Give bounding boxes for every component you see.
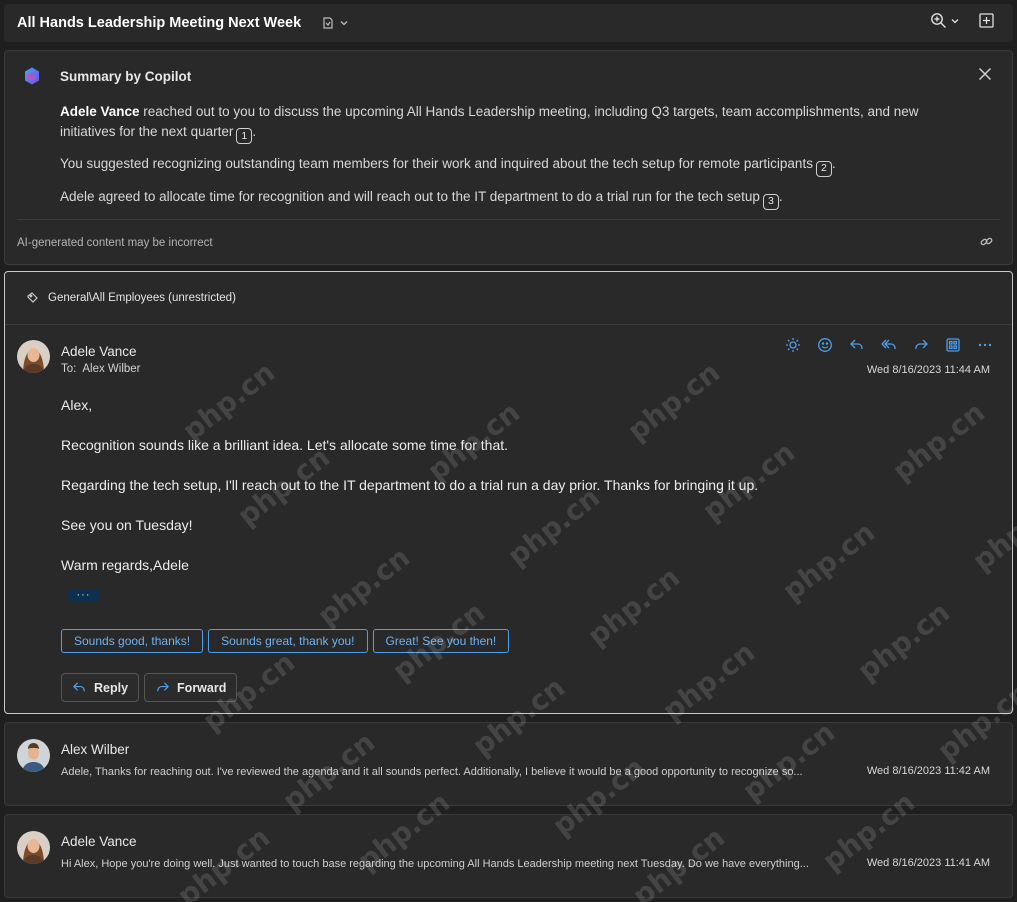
body-line: Regarding the tech setup, I'll reach out… bbox=[61, 477, 759, 493]
emoji-icon[interactable] bbox=[816, 336, 834, 354]
body-line: Recognition sounds like a brilliant idea… bbox=[61, 437, 509, 453]
body-line: See you on Tuesday! bbox=[61, 517, 193, 533]
reply-forward-buttons: Reply Forward bbox=[61, 673, 238, 702]
collapsed-message[interactable]: Alex Wilber Adele, Thanks for reaching o… bbox=[4, 722, 1013, 806]
avatar[interactable] bbox=[17, 739, 50, 772]
citation-1[interactable]: 1 bbox=[236, 128, 253, 145]
copy-link-icon[interactable] bbox=[979, 234, 994, 249]
summary-heading: Summary by Copilot bbox=[60, 69, 192, 84]
body-line: Warm regards,Adele bbox=[61, 557, 189, 573]
sensitivity-tag-icon bbox=[26, 291, 39, 304]
message-preview: Hi Alex, Hope you're doing well. Just wa… bbox=[61, 858, 809, 870]
citation-2[interactable]: 2 bbox=[815, 160, 832, 177]
reply-icon bbox=[72, 680, 87, 695]
sensitivity-label[interactable]: General\All Employees (unrestricted) bbox=[26, 291, 236, 304]
title-bar: All Hands Leadership Meeting Next Week bbox=[4, 4, 1013, 42]
show-quoted-text-button[interactable]: ··· bbox=[68, 589, 99, 601]
brightness-icon[interactable] bbox=[784, 336, 802, 354]
suggested-reply-button[interactable]: Great! See you then! bbox=[372, 629, 510, 653]
sensitivity-tag-menu[interactable] bbox=[321, 16, 349, 30]
message-date: Wed 8/16/2023 11:42 AM bbox=[866, 765, 990, 777]
zoom-in-icon bbox=[930, 12, 947, 29]
expanded-message: General\All Employees (unrestricted) Ade… bbox=[4, 271, 1013, 714]
reply-button[interactable]: Reply bbox=[61, 673, 140, 702]
chevron-down-icon bbox=[950, 16, 960, 26]
body-line: Alex, bbox=[61, 397, 93, 413]
message-date: Wed 8/16/2023 11:44 AM bbox=[866, 364, 990, 376]
citation-3[interactable]: 3 bbox=[762, 193, 779, 210]
divider bbox=[5, 324, 1012, 325]
recipient-line: To: Alex Wilber bbox=[61, 363, 141, 375]
open-in-new-window-icon[interactable] bbox=[978, 12, 995, 29]
divider bbox=[17, 219, 1000, 220]
conversation-title: All Hands Leadership Meeting Next Week bbox=[17, 15, 302, 31]
sender-name[interactable]: Adele Vance bbox=[61, 344, 137, 359]
reply-icon[interactable] bbox=[848, 336, 866, 354]
reply-all-icon[interactable] bbox=[880, 336, 898, 354]
suggested-replies: Sounds good, thanks! Sounds great, thank… bbox=[61, 629, 510, 653]
summary-text: You suggested recognizing outstanding te… bbox=[60, 156, 813, 171]
close-summary-button[interactable] bbox=[978, 67, 992, 81]
summary-text: reached out to you to discuss the upcomi… bbox=[60, 104, 919, 139]
avatar[interactable] bbox=[17, 831, 50, 864]
recipient-name[interactable]: Alex Wilber bbox=[82, 363, 140, 375]
message-date: Wed 8/16/2023 11:41 AM bbox=[866, 857, 990, 869]
copilot-summary-card: Summary by Copilot Adele Vance reached o… bbox=[4, 50, 1013, 265]
suggested-reply-button[interactable]: Sounds great, thank you! bbox=[208, 629, 368, 653]
forward-icon bbox=[155, 680, 170, 695]
suggested-reply-button[interactable]: Sounds good, thanks! bbox=[61, 629, 204, 653]
apps-icon[interactable] bbox=[944, 336, 962, 354]
summary-paragraph-3: Adele agreed to allocate time for recogn… bbox=[60, 187, 960, 210]
summary-paragraph-1: Adele Vance reached out to you to discus… bbox=[60, 102, 960, 145]
ai-disclaimer: AI-generated content may be incorrect bbox=[17, 237, 213, 249]
message-preview: Adele, Thanks for reaching out. I've rev… bbox=[61, 766, 803, 778]
sender-name: Adele Vance bbox=[61, 834, 137, 849]
copilot-logo-icon bbox=[22, 66, 42, 86]
summary-paragraph-2: You suggested recognizing outstanding te… bbox=[60, 154, 960, 177]
zoom-button[interactable] bbox=[930, 12, 960, 29]
avatar[interactable] bbox=[17, 340, 50, 373]
chevron-down-icon bbox=[339, 18, 349, 28]
sensitivity-tag-icon bbox=[321, 16, 335, 30]
forward-icon[interactable] bbox=[912, 336, 930, 354]
summary-person-name: Adele Vance bbox=[60, 104, 140, 119]
message-actions bbox=[784, 336, 994, 354]
more-options-icon[interactable] bbox=[976, 336, 994, 354]
collapsed-message[interactable]: Adele Vance Hi Alex, Hope you're doing w… bbox=[4, 814, 1013, 898]
summary-text: Adele agreed to allocate time for recogn… bbox=[60, 189, 760, 204]
sender-name: Alex Wilber bbox=[61, 742, 130, 757]
forward-button[interactable]: Forward bbox=[144, 673, 238, 702]
